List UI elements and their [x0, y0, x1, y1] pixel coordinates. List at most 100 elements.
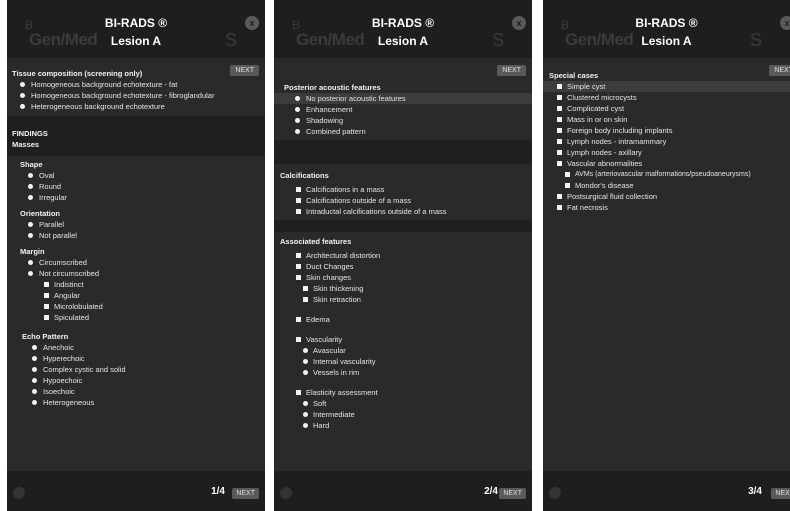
- radio-icon: [28, 271, 33, 276]
- panel-subtitle: Lesion A: [110, 34, 162, 48]
- footer-watermark-icon: [549, 487, 561, 499]
- checkbox-option[interactable]: Fat necrosis: [543, 202, 790, 213]
- close-button[interactable]: x: [780, 16, 790, 30]
- checkbox-option[interactable]: Microlobulated: [7, 301, 265, 312]
- shape-title: Shape: [20, 160, 43, 169]
- panel-subtitle: Lesion A: [641, 34, 692, 48]
- radio-icon: [28, 233, 33, 238]
- checkbox-option[interactable]: Simple cyst: [543, 81, 790, 92]
- masses-title: Masses: [12, 140, 40, 149]
- panel-footer: 3/4 NEXT: [543, 471, 790, 511]
- panel-header: B Gen/Med S BI-RADS ® Lesion A x: [274, 0, 532, 58]
- checkbox-option[interactable]: Mass in or on skin: [543, 114, 790, 125]
- radio-icon: [28, 260, 33, 265]
- findings-title: FINDINGS: [12, 129, 48, 138]
- radio-icon: [32, 367, 37, 372]
- checkbox-icon: [296, 253, 301, 258]
- checkbox-option[interactable]: Complicated cyst: [543, 103, 790, 114]
- checkbox-option[interactable]: Vascular abnormalities: [543, 158, 790, 169]
- radio-option[interactable]: Vessels in rim: [274, 367, 532, 378]
- next-button-bottom[interactable]: NEXT: [499, 488, 526, 499]
- radio-option[interactable]: Circumscribed: [7, 257, 265, 268]
- checkbox-icon: [296, 275, 301, 280]
- checkbox-option[interactable]: Lymph nodes - axillary: [543, 147, 790, 158]
- checkbox-option[interactable]: AVMs (arteriovascular malformations/pseu…: [543, 169, 790, 180]
- checkbox-option[interactable]: Calcifications in a mass: [274, 184, 532, 195]
- radio-option[interactable]: Hyperechoic: [7, 353, 265, 364]
- radio-icon: [32, 356, 37, 361]
- checkbox-option[interactable]: Duct Changes: [274, 261, 532, 272]
- checkbox-option[interactable]: Postsurgical fluid collection: [543, 191, 790, 202]
- radio-option[interactable]: Shadowing: [274, 115, 532, 126]
- radio-option[interactable]: Hypoechoic: [7, 375, 265, 386]
- checkbox-option[interactable]: Foreign body including implants: [543, 125, 790, 136]
- checkbox-icon: [296, 264, 301, 269]
- checkbox-icon: [565, 183, 570, 188]
- checkbox-icon: [296, 187, 301, 192]
- checkbox-option[interactable]: Skin thickening: [274, 283, 532, 294]
- radio-icon: [28, 222, 33, 227]
- radio-option[interactable]: No posterior acoustic features: [274, 93, 532, 104]
- section-title-tissue: Tissue composition (screening only): [12, 69, 143, 78]
- radio-option[interactable]: Oval: [7, 170, 265, 181]
- radio-option[interactable]: Combined pattern: [274, 126, 532, 137]
- checkbox-option[interactable]: Vascularity: [274, 334, 532, 345]
- checkbox-option[interactable]: Calcifications outside of a mass: [274, 195, 532, 206]
- radio-option[interactable]: Intermediate: [274, 409, 532, 420]
- checkbox-icon: [557, 84, 562, 89]
- radio-option[interactable]: Not parallel: [7, 230, 265, 241]
- checkbox-option[interactable]: Clustered microcysts: [543, 92, 790, 103]
- radio-option[interactable]: Internal vascularity: [274, 356, 532, 367]
- panel-header: B Gen/Med S BI-RADS ® Lesion A x: [7, 0, 265, 58]
- checkbox-option[interactable]: Architectural distortion: [274, 250, 532, 261]
- close-button[interactable]: x: [245, 16, 259, 30]
- orientation-title: Orientation: [20, 209, 61, 218]
- associated-title: Associated features: [280, 237, 352, 246]
- checkbox-option[interactable]: Indistinct: [7, 279, 265, 290]
- radio-option[interactable]: Anechoic: [7, 342, 265, 353]
- panel-page-2: B Gen/Med S BI-RADS ® Lesion A x NEXT Po…: [274, 0, 532, 511]
- checkbox-option[interactable]: Lymph nodes - intramammary: [543, 136, 790, 147]
- radio-option[interactable]: Round: [7, 181, 265, 192]
- panel-footer: 2/4 NEXT: [274, 471, 532, 511]
- checkbox-option[interactable]: Skin retraction: [274, 294, 532, 305]
- radio-option[interactable]: Heterogeneous: [7, 397, 265, 408]
- radio-option[interactable]: Irregular: [7, 192, 265, 203]
- radio-icon: [303, 348, 308, 353]
- next-button-top[interactable]: NEXT: [497, 65, 526, 76]
- checkbox-icon: [44, 304, 49, 309]
- checkbox-icon: [557, 128, 562, 133]
- checkbox-option[interactable]: Edema: [274, 314, 532, 325]
- radio-option[interactable]: Parallel: [7, 219, 265, 230]
- checkbox-option[interactable]: Mondor's disease: [543, 180, 790, 191]
- checkbox-option[interactable]: Skin changes: [274, 272, 532, 283]
- checkbox-option[interactable]: Elasticity assessment: [274, 387, 532, 398]
- form-content: Tissue composition (screening only) Homo…: [7, 64, 265, 408]
- radio-option[interactable]: Complex cystic and solid: [7, 364, 265, 375]
- next-button-bottom[interactable]: NEXT: [771, 488, 790, 499]
- panel-page-1: B Gen/Med S BI-RADS ® Lesion A x NEXT Ti…: [7, 0, 265, 511]
- checkbox-icon: [296, 198, 301, 203]
- checkbox-icon: [296, 317, 301, 322]
- next-button-bottom[interactable]: NEXT: [232, 488, 259, 499]
- radio-option[interactable]: Isoechoic: [7, 386, 265, 397]
- radio-icon: [28, 195, 33, 200]
- close-button[interactable]: x: [512, 16, 526, 30]
- radio-option[interactable]: Homogeneous background echotexture - fat: [7, 79, 265, 90]
- radio-option[interactable]: Enhancement: [274, 104, 532, 115]
- panel-title: BI-RADS ®: [371, 16, 435, 30]
- radio-option[interactable]: Avascular: [274, 345, 532, 356]
- checkbox-option[interactable]: Intraductal calcifications outside of a …: [274, 206, 532, 217]
- radio-icon: [295, 118, 300, 123]
- radio-option[interactable]: Hard: [274, 420, 532, 431]
- margin-title: Margin: [20, 247, 45, 256]
- checkbox-option[interactable]: Spiculated: [7, 312, 265, 323]
- checkbox-icon: [557, 139, 562, 144]
- radio-option[interactable]: Not circumscribed: [7, 268, 265, 279]
- radio-option[interactable]: Homogeneous background echotexture - fib…: [7, 90, 265, 101]
- checkbox-icon: [565, 172, 570, 177]
- radio-option[interactable]: Heterogeneous background echotexture: [7, 101, 265, 112]
- checkbox-option[interactable]: Angular: [7, 290, 265, 301]
- radio-option[interactable]: Soft: [274, 398, 532, 409]
- radio-icon: [303, 423, 308, 428]
